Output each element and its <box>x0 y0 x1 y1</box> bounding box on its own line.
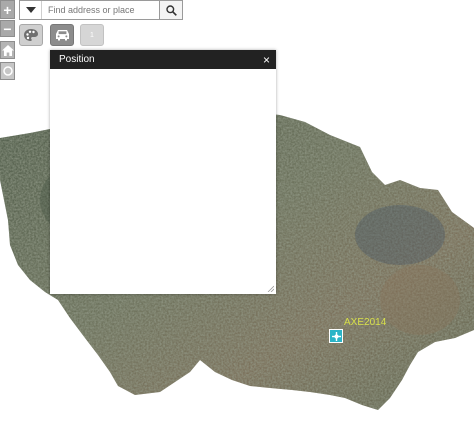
panel-title: Position <box>59 54 95 65</box>
search-bar <box>19 0 183 20</box>
marker-label: AXE2014 <box>344 317 387 328</box>
home-icon <box>1 44 14 56</box>
locate-icon <box>2 66 13 76</box>
position-panel: Position × <box>50 50 276 294</box>
chevron-down-icon <box>25 7 36 13</box>
resize-handle-icon[interactable] <box>267 285 274 292</box>
vehicle-tracking-button[interactable] <box>50 24 74 46</box>
panel-header[interactable]: Position × <box>50 50 276 69</box>
locate-button[interactable] <box>0 62 15 80</box>
search-input[interactable] <box>42 1 159 19</box>
palette-icon <box>24 29 38 41</box>
zoom-out-button[interactable]: − <box>0 20 15 37</box>
panel-body <box>50 69 276 294</box>
basemap-gallery-button[interactable] <box>19 24 43 46</box>
zoom-in-button[interactable]: + <box>0 0 15 19</box>
search-button[interactable] <box>159 1 182 19</box>
marker-icon <box>331 331 341 341</box>
car-icon <box>55 30 69 41</box>
home-button[interactable] <box>0 41 15 59</box>
search-source-dropdown[interactable] <box>20 1 42 19</box>
vehicle-marker[interactable] <box>329 329 343 343</box>
search-icon <box>165 4 177 16</box>
close-icon[interactable]: × <box>263 54 270 66</box>
toolbar-button-disabled[interactable]: 1 <box>80 24 104 46</box>
